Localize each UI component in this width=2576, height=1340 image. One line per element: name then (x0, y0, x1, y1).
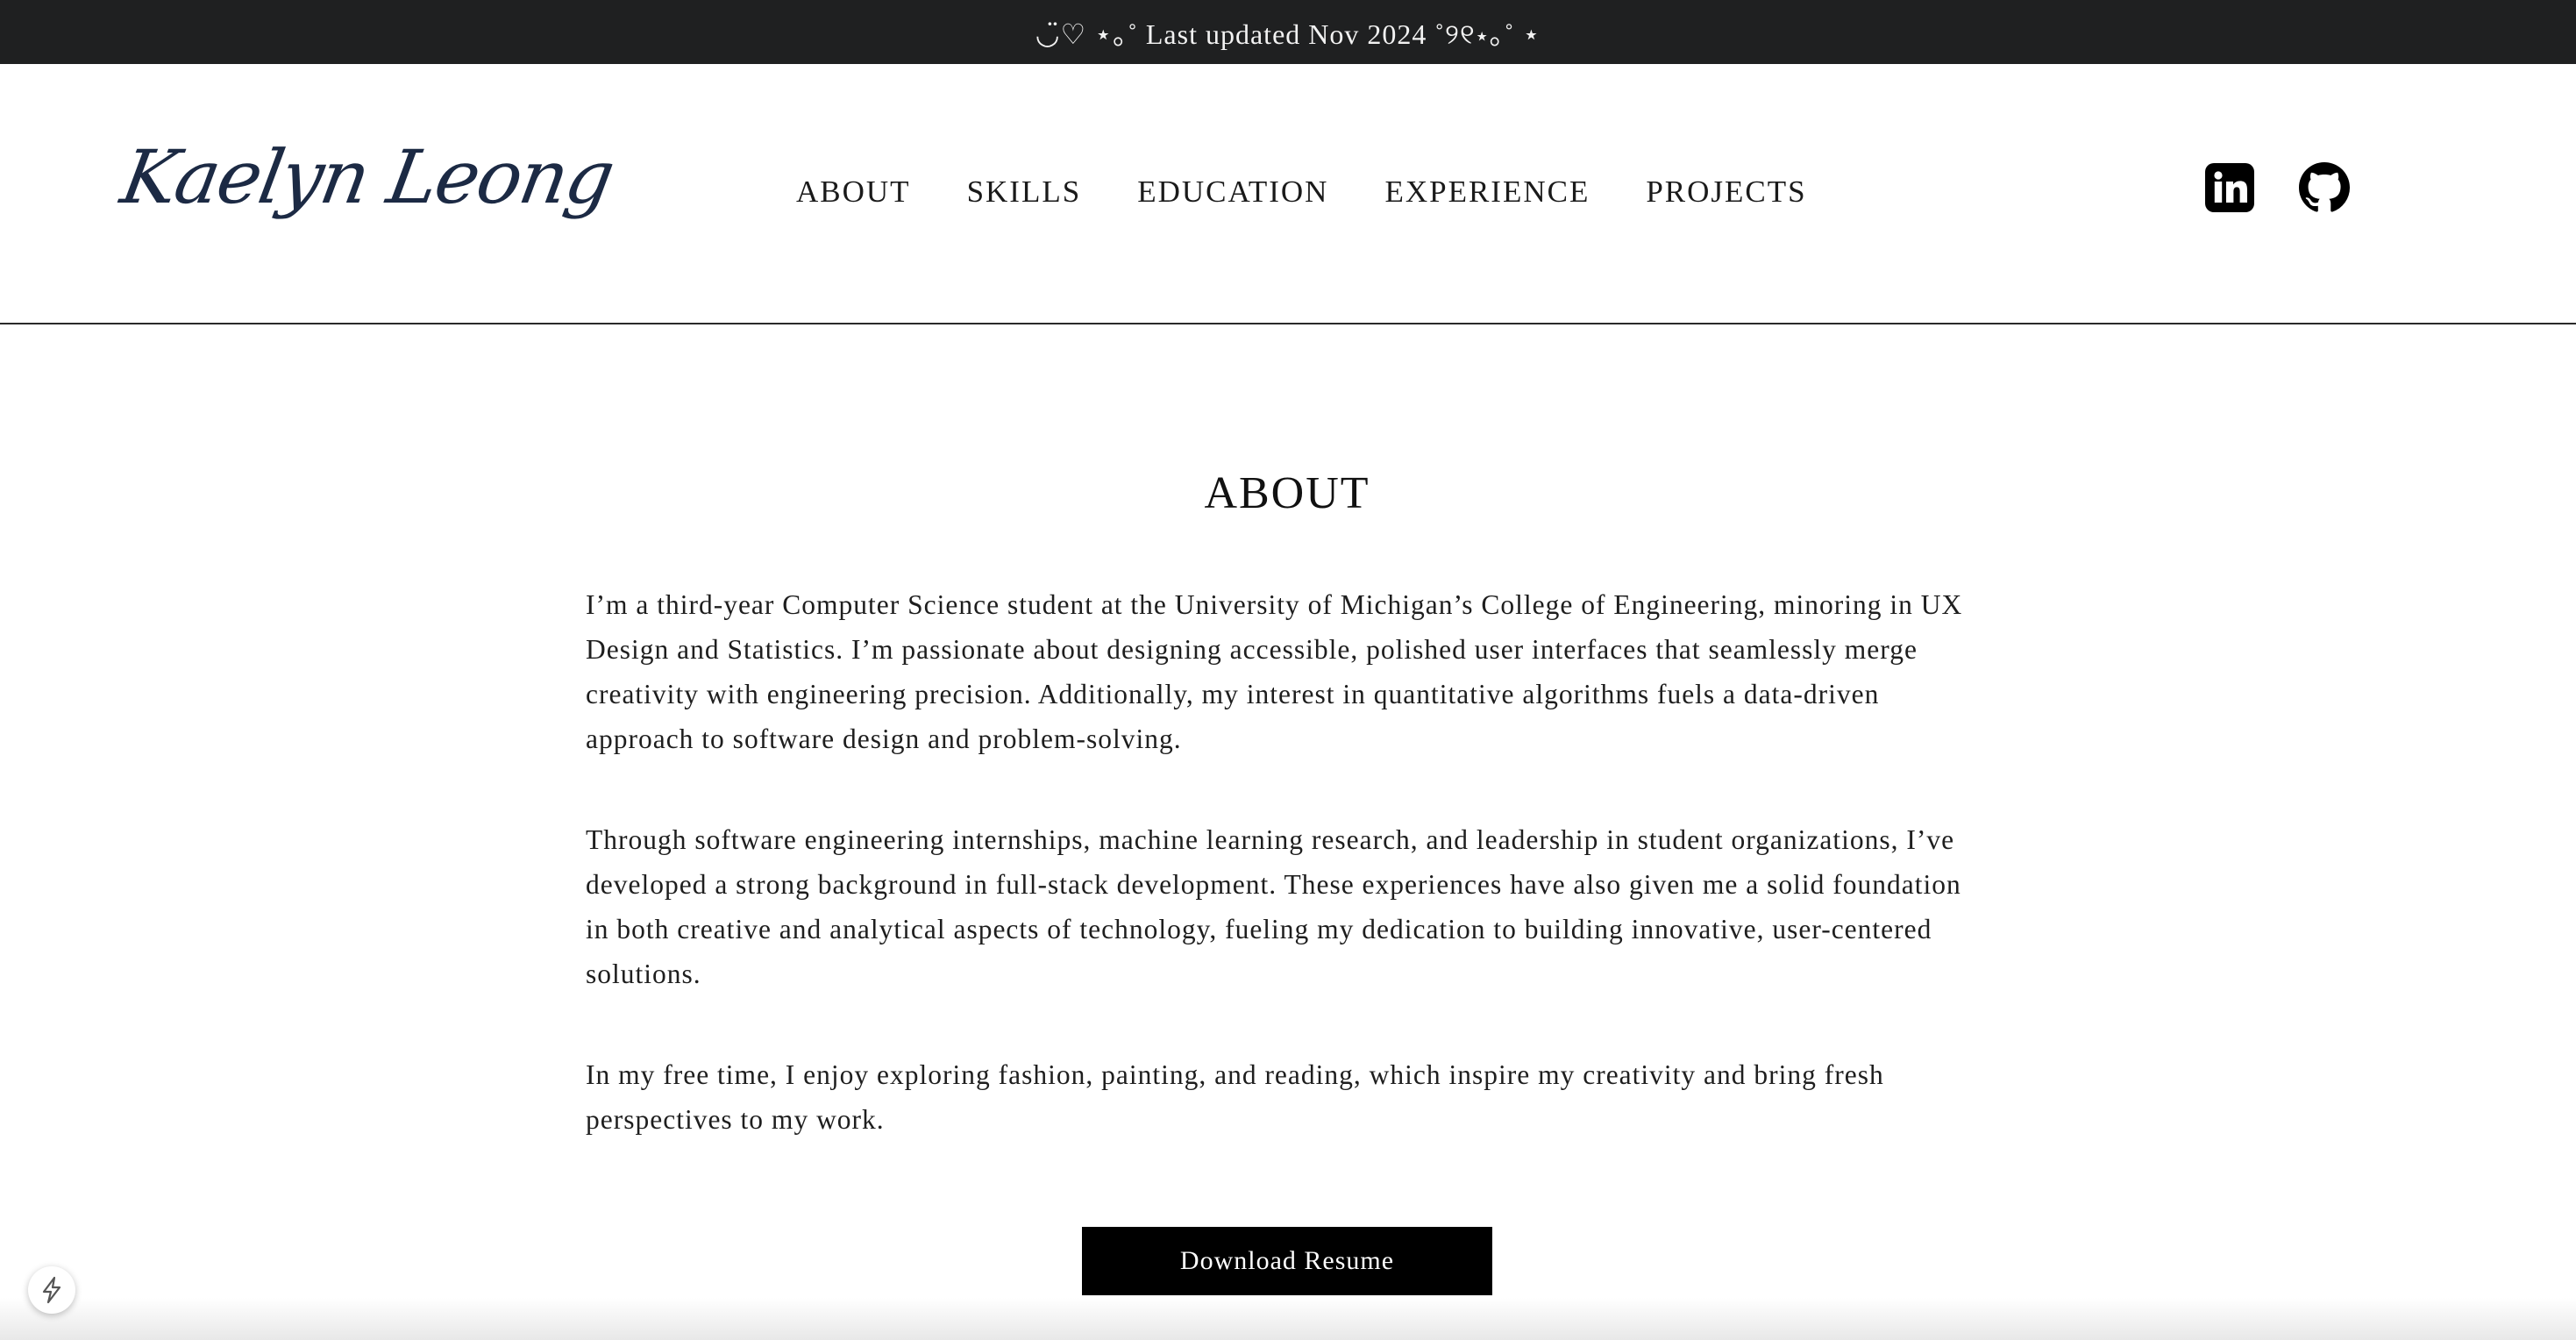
main-nav: ABOUT SKILLS EDUCATION EXPERIENCE PROJEC… (796, 175, 1807, 210)
about-paragraph-2: Through software engineering internships… (586, 824, 1961, 989)
github-icon[interactable] (2299, 162, 2350, 213)
floating-action-button[interactable] (28, 1266, 75, 1314)
about-paragraph-1: I’m a third-year Computer Science studen… (586, 589, 1963, 754)
bottom-fade (0, 1298, 2576, 1340)
nav-education[interactable]: EDUCATION (1137, 175, 1328, 210)
site-header: Kaelyn Leong ABOUT SKILLS EDUCATION EXPE… (0, 64, 2576, 324)
nav-about[interactable]: ABOUT (796, 175, 911, 210)
about-paragraph-3: In my free time, I enjoy exploring fashi… (586, 1059, 1884, 1135)
nav-experience[interactable]: EXPERIENCE (1384, 175, 1590, 210)
linkedin-icon[interactable] (2204, 162, 2255, 213)
nav-skills[interactable]: SKILLS (967, 175, 1082, 210)
page-title: ABOUT (1204, 468, 1370, 518)
lightning-icon (42, 1276, 61, 1304)
nav-projects[interactable]: PROJECTS (1646, 175, 1806, 210)
download-resume-button[interactable]: Download Resume (1082, 1227, 1492, 1295)
announcement-banner: ◡̈♡ ⋆｡˚ Last updated Nov 2024 ˚୨୧⋆｡˚ ⋆ (0, 0, 2576, 64)
banner-text: ◡̈♡ ⋆｡˚ Last updated Nov 2024 ˚୨୧⋆｡˚ ⋆ (1035, 18, 1541, 50)
social-links (2204, 162, 2350, 213)
logo[interactable]: Kaelyn Leong (115, 134, 619, 220)
